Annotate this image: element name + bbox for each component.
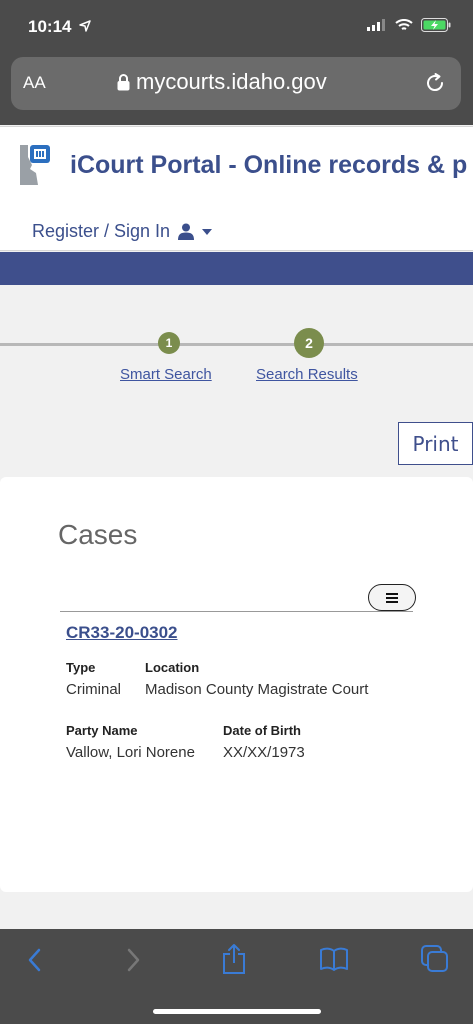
party-name-value: Vallow, Lori Norene [66,744,195,761]
text-size-button[interactable]: AA [23,73,46,93]
party-name-label: Party Name [66,723,138,738]
back-icon[interactable] [26,947,44,973]
steps-progress-line [0,343,473,346]
lock-icon [117,73,130,90]
reload-icon[interactable] [423,71,447,95]
site-header: iCourt Portal - Online records & p Regis… [0,126,473,251]
register-signin-menu[interactable]: Register / Sign In [32,221,213,242]
search-results-link[interactable]: Search Results [256,366,358,383]
tabs-icon[interactable] [421,945,449,973]
smart-search-link[interactable]: Smart Search [120,366,212,383]
type-value: Criminal [66,681,122,698]
url-display[interactable]: mycourts.idaho.gov [117,69,327,95]
bookmarks-icon[interactable] [319,947,349,971]
location-arrow-icon [79,20,91,32]
forward-icon[interactable] [124,947,142,973]
date-of-birth-label: Date of Birth [223,723,301,738]
cases-divider [60,611,413,612]
location-label: Location [145,660,200,675]
caret-down-icon [202,228,213,235]
print-button[interactable]: Print [398,422,473,465]
share-icon[interactable] [221,943,247,975]
date-of-birth-value: XX/XX/1973 [223,744,305,761]
wifi-icon [395,18,413,30]
cases-title: Cases [58,519,138,550]
home-indicator [153,1009,321,1014]
location-value: Madison County Magistrate Court [145,681,369,698]
cellular-signal-icon [367,19,385,31]
browser-top-chrome: 10:14 AA mycourts.idaho.gov [0,0,473,125]
nav-band [0,252,473,285]
status-time: 10:14 [28,17,91,37]
idaho-logo-icon[interactable] [16,143,60,187]
battery-charging-icon [421,18,451,32]
type-label: Type [66,660,96,675]
status-time-text: 10:14 [28,17,72,36]
status-icons [367,18,451,32]
signin-label: Register / Sign In [32,221,171,241]
hamburger-menu-icon [386,592,398,603]
url-text: mycourts.idaho.gov [136,69,327,94]
case-number-link[interactable]: CR33-20-0302 [66,623,178,643]
hamburger-menu-button[interactable] [368,584,416,611]
address-bar[interactable]: AA mycourts.idaho.gov [11,57,461,110]
user-icon [178,223,195,240]
step-2-dot: 2 [294,328,324,358]
cases-card: Cases CR33-20-0302 Type Location Crimina… [0,477,473,892]
site-title[interactable]: iCourt Portal - Online records & p [70,151,467,180]
step-1-dot: 1 [158,332,180,354]
